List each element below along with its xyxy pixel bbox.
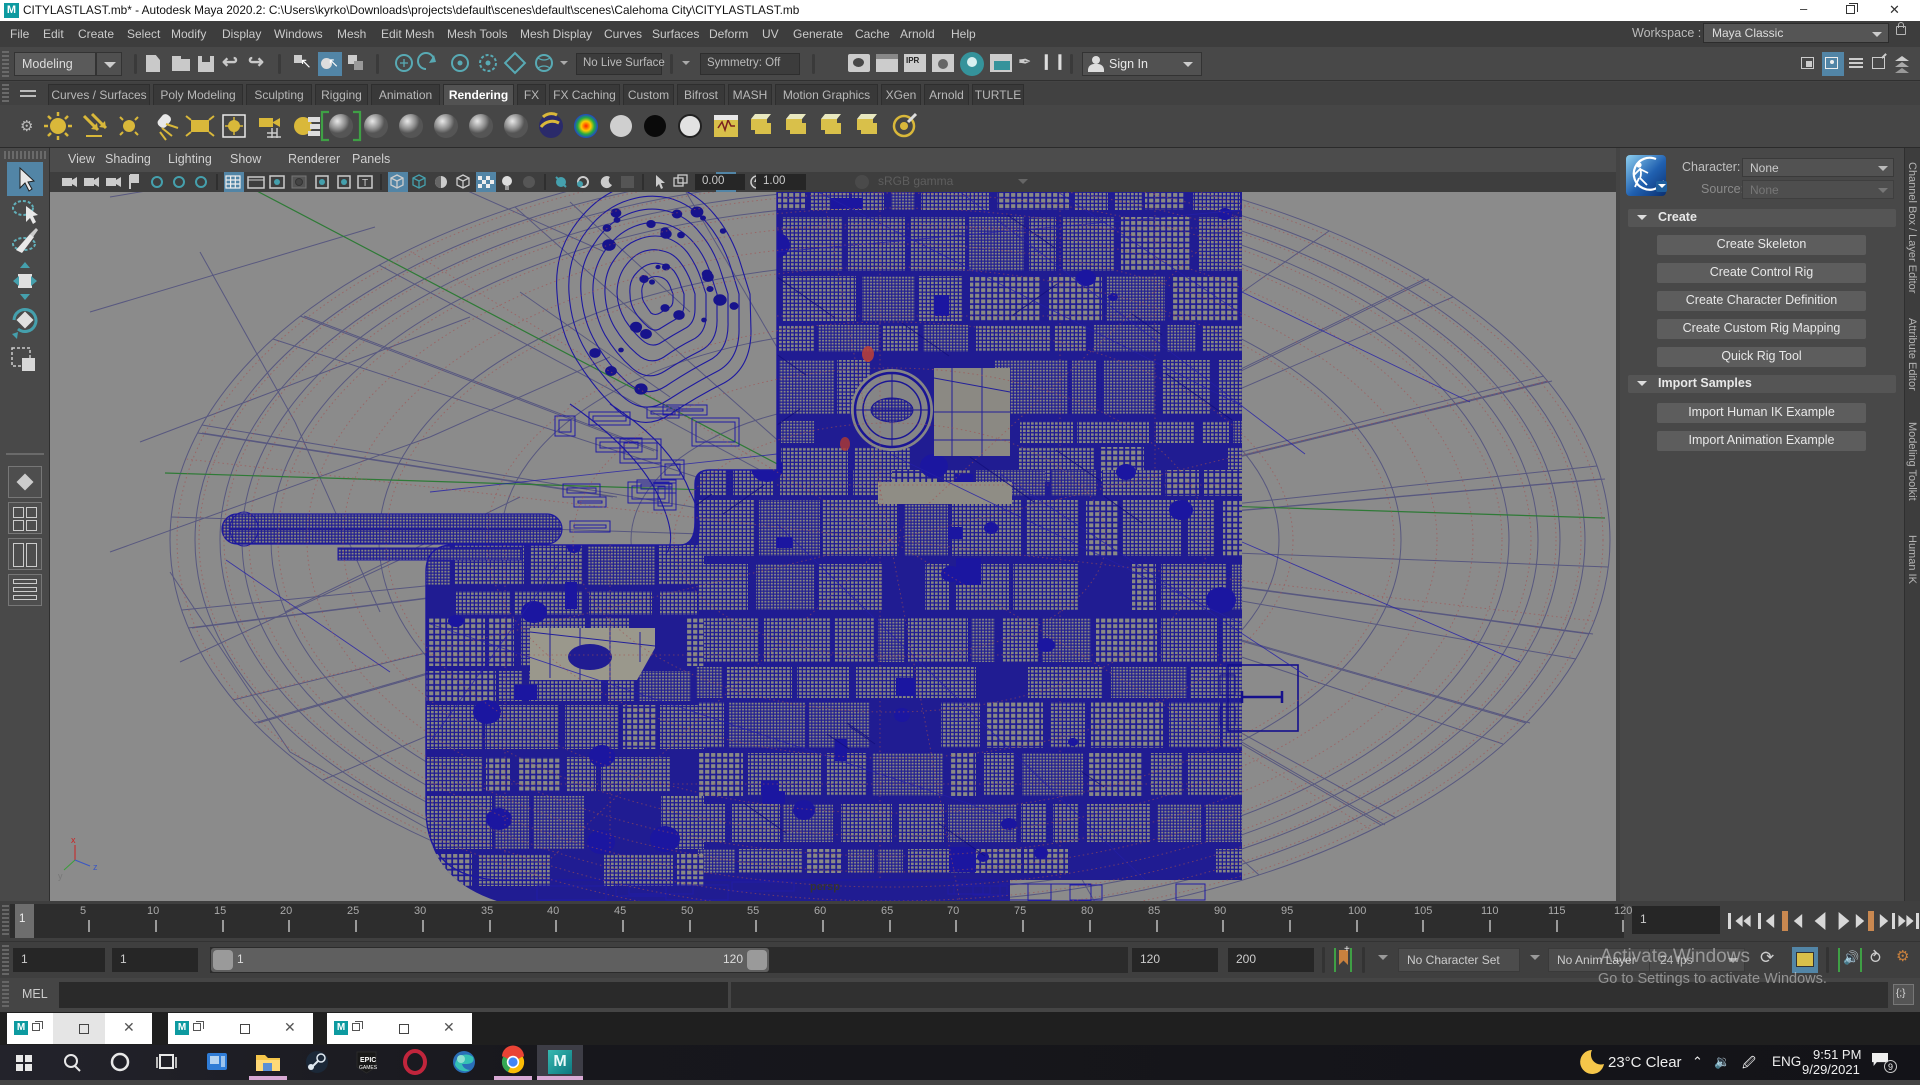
- svg-text:y: y: [58, 871, 63, 881]
- svg-text:T: T: [362, 178, 368, 189]
- svg-text:GAMES: GAMES: [359, 1065, 378, 1071]
- svg-text:z: z: [93, 862, 98, 872]
- svg-text:x: x: [71, 835, 76, 845]
- svg-text:persp: persp: [810, 881, 840, 893]
- svg-text:EPIC: EPIC: [360, 1057, 376, 1064]
